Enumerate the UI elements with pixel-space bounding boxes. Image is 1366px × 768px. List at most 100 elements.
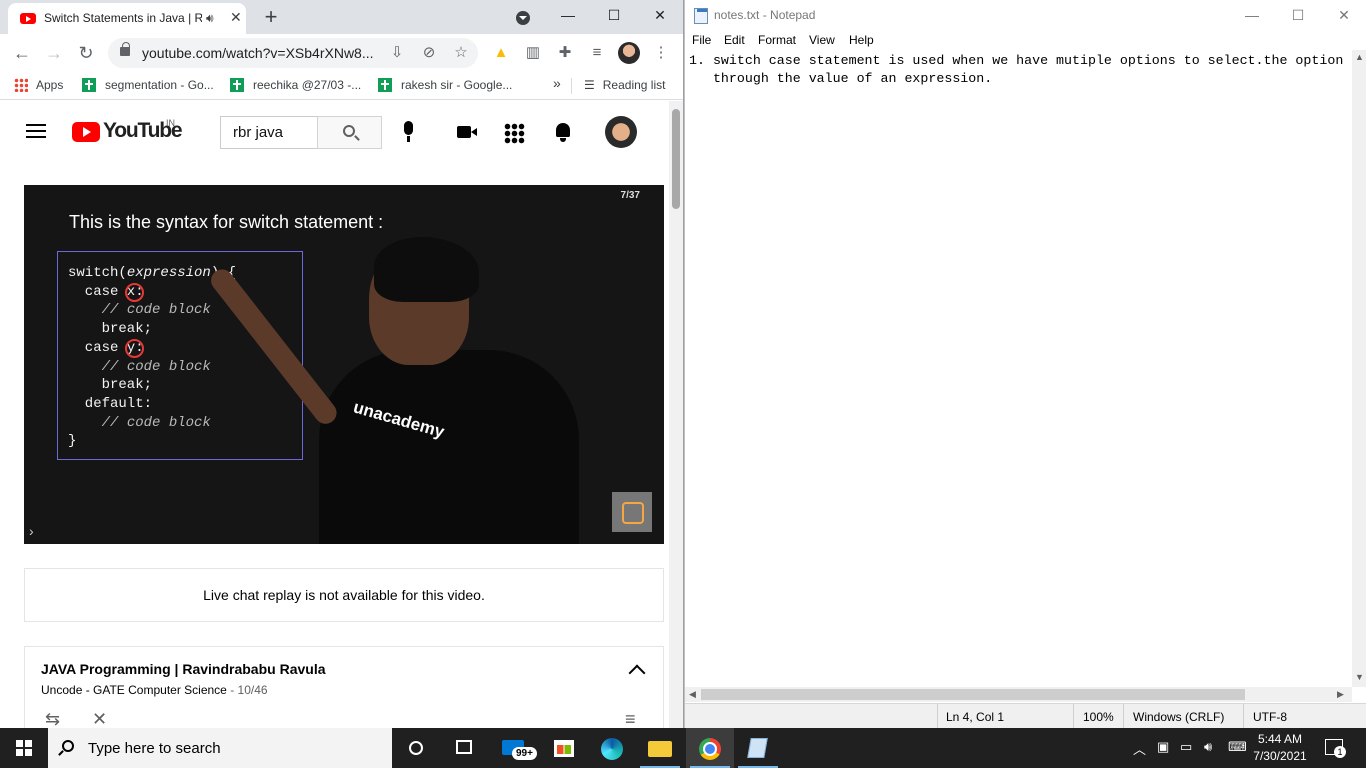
- windows-logo-icon: [16, 749, 23, 756]
- youtube-logo-icon[interactable]: [72, 122, 100, 142]
- notepad-maximize-button[interactable]: ☐: [1275, 0, 1321, 30]
- menu-hamburger-icon[interactable]: [26, 124, 46, 138]
- mail-app-button[interactable]: 99+: [492, 728, 540, 768]
- forward-arrow-icon[interactable]: →: [42, 42, 66, 66]
- reading-list-button[interactable]: ☰ Reading list: [584, 78, 665, 92]
- slide-counter: 7/37: [620, 190, 640, 201]
- extensions-puzzle-icon[interactable]: ✚: [556, 44, 574, 62]
- scroll-right-icon[interactable]: ▶: [1337, 689, 1344, 700]
- audio-playing-icon[interactable]: 🔊︎: [206, 11, 214, 26]
- address-bar[interactable]: youtube.com/watch?v=XSb4rXNw8... ⇩ ⊘ ☆: [108, 38, 478, 68]
- youtube-account-avatar[interactable]: [605, 116, 637, 148]
- minimize-button[interactable]: —: [545, 0, 591, 30]
- youtube-search-button[interactable]: [317, 116, 382, 149]
- shuffle-icon[interactable]: ✕: [92, 709, 107, 728]
- chrome-app-button[interactable]: [686, 728, 734, 768]
- back-arrow-icon[interactable]: ←: [10, 42, 34, 66]
- menu-format[interactable]: Format: [758, 33, 796, 47]
- media-control-icon[interactable]: ≡: [588, 44, 606, 62]
- bookmark-apps[interactable]: Apps: [14, 78, 63, 92]
- show-hidden-icons-chevron-icon[interactable]: ︿: [1133, 739, 1146, 758]
- bookmark-star-icon[interactable]: ☆: [452, 44, 470, 62]
- edge-app-button[interactable]: [588, 728, 636, 768]
- windows-logo-icon: [25, 749, 32, 756]
- notepad-horizontal-scrollbar[interactable]: ◀ ▶: [685, 687, 1352, 702]
- notepad-statusbar: Ln 4, Col 1 100% Windows (CRLF) UTF-8: [685, 703, 1366, 729]
- notepad-minimize-button[interactable]: —: [1229, 0, 1275, 30]
- youtube-header: YouTube IN rbr java: [0, 101, 669, 161]
- action-center-icon[interactable]: 1: [1325, 739, 1346, 758]
- analytics-extension-icon[interactable]: ▥: [524, 44, 542, 62]
- notepad-app-button[interactable]: [734, 728, 782, 768]
- profile-avatar[interactable]: [618, 42, 640, 64]
- close-window-button[interactable]: ✕: [637, 0, 683, 30]
- taskbar-search-box[interactable]: Type here to search: [48, 728, 392, 768]
- scroll-down-icon[interactable]: ▼: [1355, 672, 1364, 682]
- notepad-vertical-scrollbar[interactable]: ▲ ▼: [1352, 50, 1366, 687]
- bookmark-label: rakesh sir - Google...: [401, 78, 513, 92]
- youtube-apps-icon[interactable]: [504, 123, 525, 144]
- cortana-button[interactable]: [392, 728, 440, 768]
- page-scrollbar[interactable]: [669, 101, 683, 728]
- windows-taskbar: Type here to search 99+ ︿ ▣ ▭ 🔊︎ ⌨︎ 5:44…: [0, 728, 1366, 768]
- meet-now-icon[interactable]: ▣: [1157, 739, 1169, 755]
- channel-watermark-icon[interactable]: [612, 492, 652, 532]
- task-view-button[interactable]: [440, 728, 488, 768]
- bookmarks-overflow-button[interactable]: »: [553, 75, 561, 91]
- store-app-button[interactable]: [540, 728, 588, 768]
- start-button[interactable]: [0, 728, 48, 768]
- folder-icon: [648, 741, 672, 757]
- create-video-icon[interactable]: [456, 121, 478, 143]
- chrome-window: Switch Statements in Java | R 🔊︎ ✕ + — ☐…: [0, 0, 684, 728]
- maximize-button[interactable]: ☐: [591, 0, 637, 30]
- install-icon[interactable]: ⇩: [388, 44, 406, 62]
- scroll-up-icon[interactable]: ▲: [1355, 52, 1364, 62]
- notification-count: 1: [1334, 746, 1346, 758]
- menu-file[interactable]: File: [692, 33, 711, 47]
- file-explorer-button[interactable]: [636, 728, 684, 768]
- tab-title: Switch Statements in Java | R: [44, 11, 202, 25]
- tab-close-icon[interactable]: ✕: [230, 9, 242, 26]
- chevron-right-icon[interactable]: ›: [29, 523, 34, 539]
- privacy-icon[interactable]: ⊘: [420, 44, 438, 62]
- playlist-subtitle: Uncode - GATE Computer Science - 10/46: [41, 683, 268, 697]
- notepad-close-button[interactable]: ✕: [1321, 0, 1366, 30]
- clock-time: 5:44 AM: [1257, 732, 1303, 746]
- system-clock[interactable]: 5:44 AM 7/30/2021: [1250, 731, 1310, 765]
- url-text: youtube.com/watch?v=XSb4rXNw8...: [142, 45, 374, 61]
- reload-icon[interactable]: ↻: [74, 42, 98, 66]
- bookmark-rakesh-sir[interactable]: rakesh sir - Google...: [378, 78, 512, 92]
- ime-icon[interactable]: ⌨︎: [1228, 739, 1247, 755]
- windows-logo-icon: [16, 740, 23, 747]
- scrollbar-thumb[interactable]: [672, 109, 680, 209]
- drive-extension-icon[interactable]: ▲: [492, 44, 510, 62]
- menu-help[interactable]: Help: [849, 33, 874, 47]
- menu-view[interactable]: View: [809, 33, 835, 47]
- notepad-text-area[interactable]: 1. switch case statement is used when we…: [685, 50, 1352, 687]
- playlist-channel[interactable]: Uncode - GATE Computer Science: [41, 683, 227, 697]
- scroll-left-icon[interactable]: ◀: [689, 689, 696, 700]
- menu-edit[interactable]: Edit: [724, 33, 745, 47]
- taskbar-search-placeholder: Type here to search: [88, 740, 221, 757]
- lock-icon[interactable]: [120, 42, 130, 56]
- store-icon: [554, 740, 574, 757]
- tab-youtube[interactable]: Switch Statements in Java | R 🔊︎ ✕: [8, 3, 246, 34]
- windows-logo-icon: [25, 740, 32, 747]
- playlist-title[interactable]: JAVA Programming | Ravindrababu Ravula: [41, 661, 326, 677]
- notepad-app-icon: [747, 738, 768, 758]
- loop-icon[interactable]: ⇆: [45, 709, 60, 728]
- microphone-icon[interactable]: [398, 121, 420, 143]
- new-tab-button[interactable]: +: [259, 4, 283, 30]
- bookmark-segmentation[interactable]: segmentation - Go...: [82, 78, 214, 92]
- bookmark-reechika[interactable]: reechika @27/03 -...: [230, 78, 361, 92]
- save-playlist-icon[interactable]: ≡: [625, 709, 636, 728]
- volume-icon[interactable]: 🔊︎: [1204, 739, 1212, 755]
- youtube-search-input[interactable]: rbr java: [220, 116, 318, 149]
- notifications-bell-icon[interactable]: [553, 121, 575, 143]
- power-icon[interactable]: ▭: [1180, 739, 1192, 755]
- tab-search-icon[interactable]: [516, 11, 530, 25]
- horizontal-scroll-thumb[interactable]: [701, 689, 1245, 700]
- collapse-chevron-icon[interactable]: [628, 664, 646, 682]
- chrome-menu-icon[interactable]: ⋮: [652, 44, 670, 62]
- video-player[interactable]: 7/37 This is the syntax for switch state…: [24, 185, 664, 544]
